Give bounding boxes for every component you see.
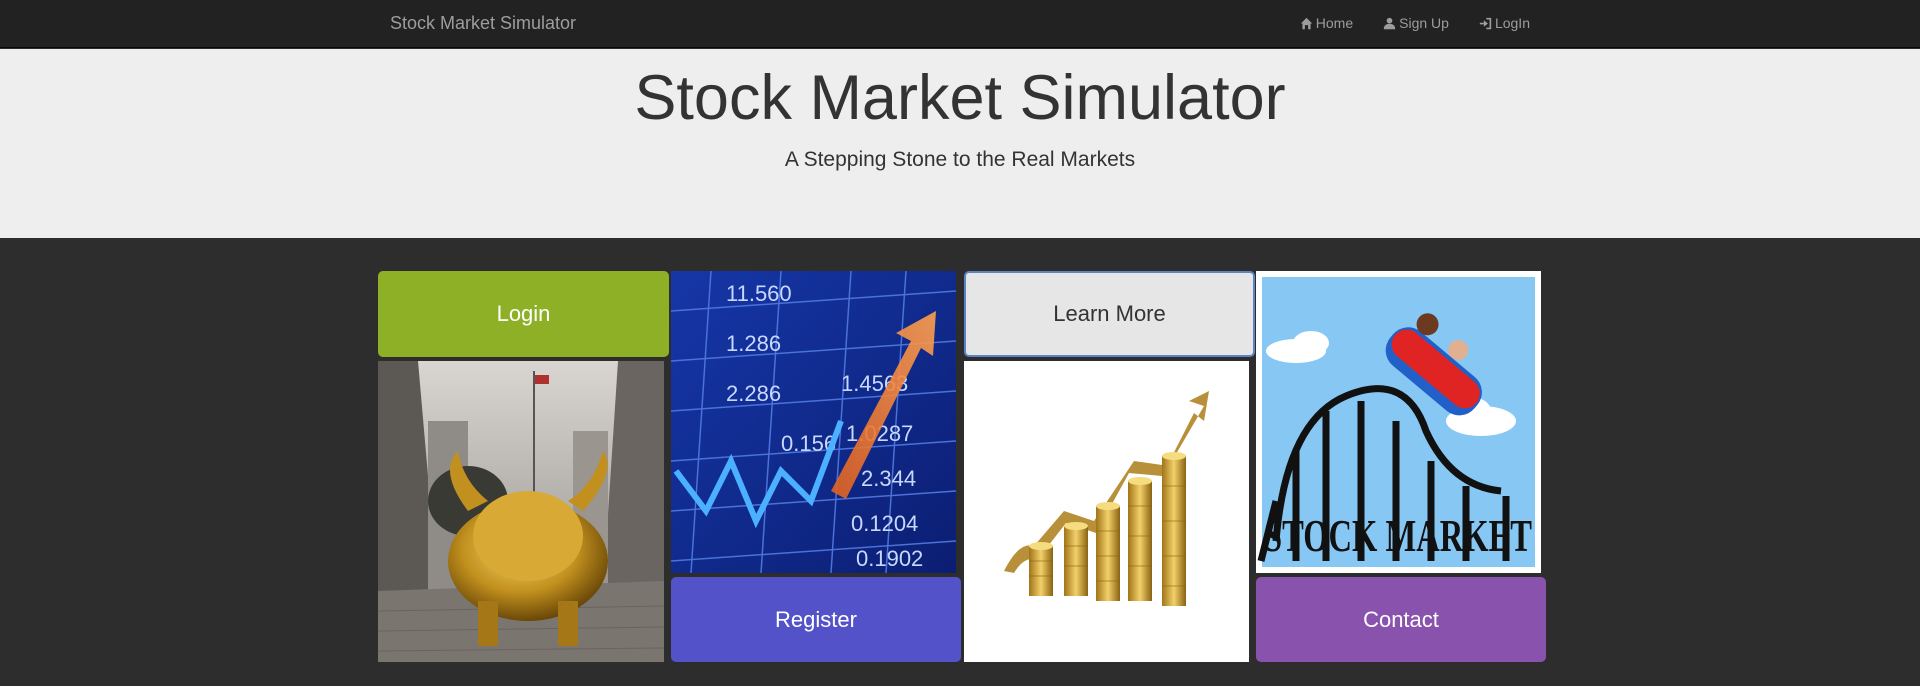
home-icon: [1300, 17, 1312, 29]
wall-street-bull-image: [378, 361, 664, 662]
svg-text:1.286: 1.286: [726, 331, 781, 356]
nav-login-label: LogIn: [1494, 15, 1530, 31]
svg-text:0.1204: 0.1204: [851, 511, 918, 536]
svg-text:2.286: 2.286: [726, 381, 781, 406]
log-in-icon: [1479, 17, 1492, 29]
svg-text:11.560: 11.560: [726, 281, 792, 306]
navbar-brand[interactable]: Stock Market Simulator: [390, 0, 576, 46]
nav-signup-link[interactable]: Sign Up: [1368, 0, 1464, 46]
learn-more-button[interactable]: Learn More: [964, 271, 1255, 357]
nav-login-link[interactable]: LogIn: [1464, 0, 1530, 46]
navbar: Stock Market Simulator Home Sign Up LogI…: [0, 0, 1920, 48]
page-title: Stock Market Simulator: [634, 63, 1286, 133]
svg-text:0.1902: 0.1902: [856, 546, 923, 571]
navbar-links: Home Sign Up LogIn: [1285, 0, 1530, 46]
stock-market-rollercoaster-image: STOCK MARKET: [1256, 271, 1541, 573]
user-icon: [1383, 17, 1396, 29]
nav-home-label: Home: [1315, 15, 1354, 31]
stock-ticker-board-image: 11.560 1.286 2.286 1.4563 1.0287 2.344 0.120…: [671, 271, 956, 573]
gold-coins-growth-image: [964, 361, 1249, 662]
coaster-text: STOCK MARKET: [1264, 510, 1532, 561]
svg-text:2.344: 2.344: [861, 466, 916, 491]
page-subtitle: A Stepping Stone to the Real Markets: [784, 148, 1136, 171]
jumbotron: Stock Market Simulator A Stepping Stone …: [0, 49, 1920, 238]
nav-home-link[interactable]: Home: [1285, 0, 1368, 46]
nav-signup-label: Sign Up: [1399, 15, 1449, 31]
contact-button[interactable]: Contact: [1256, 577, 1546, 662]
login-button[interactable]: Login: [378, 271, 669, 357]
register-button[interactable]: Register: [671, 577, 961, 662]
